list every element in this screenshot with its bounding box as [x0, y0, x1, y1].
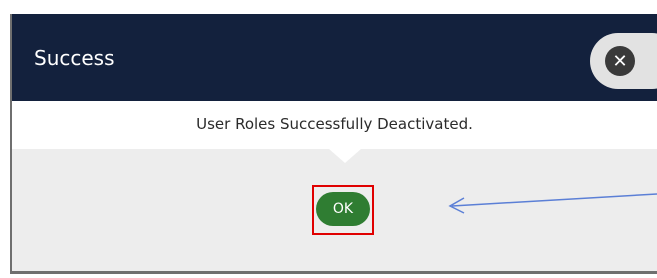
annotation-arrow [448, 193, 657, 214]
arrow-line [451, 193, 657, 207]
